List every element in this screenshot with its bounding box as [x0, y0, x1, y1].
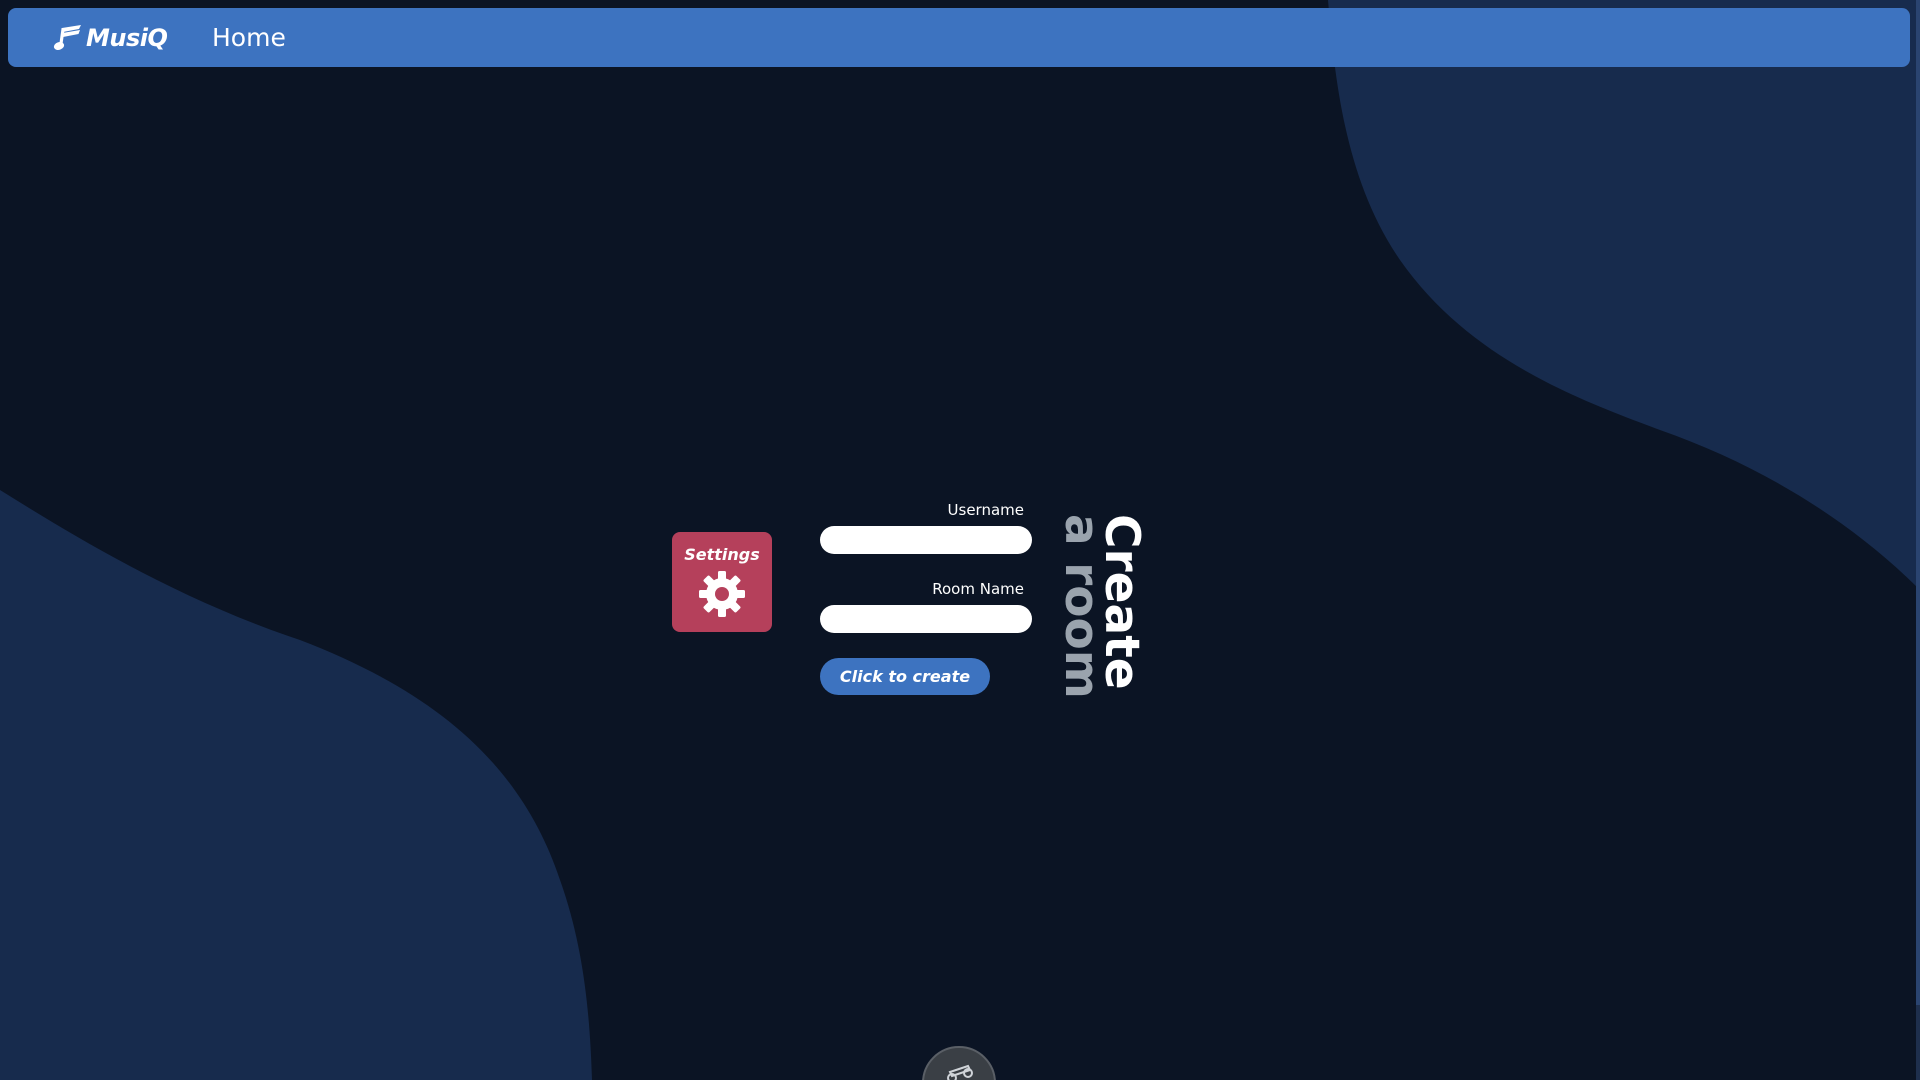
username-input[interactable]	[820, 526, 1032, 554]
top-navbar: MusiQ Home	[8, 8, 1910, 67]
nav-link-home[interactable]: Home	[212, 8, 286, 67]
gear-icon	[699, 571, 745, 617]
settings-label: Settings	[684, 545, 760, 564]
create-room-button[interactable]: Click to create	[820, 658, 990, 695]
scrollbar-thumb[interactable]	[1916, 0, 1920, 1005]
brand-name: MusiQ	[86, 23, 168, 52]
room-name-label: Room Name	[932, 580, 1024, 598]
brand-logo[interactable]: MusiQ	[53, 8, 168, 67]
settings-button[interactable]: Settings	[672, 532, 772, 632]
music-note-icon	[947, 1064, 973, 1080]
username-label: Username	[947, 501, 1024, 519]
room-name-input[interactable]	[820, 605, 1032, 633]
music-note-icon	[53, 24, 81, 50]
page-title-line2: a room	[1054, 514, 1109, 699]
